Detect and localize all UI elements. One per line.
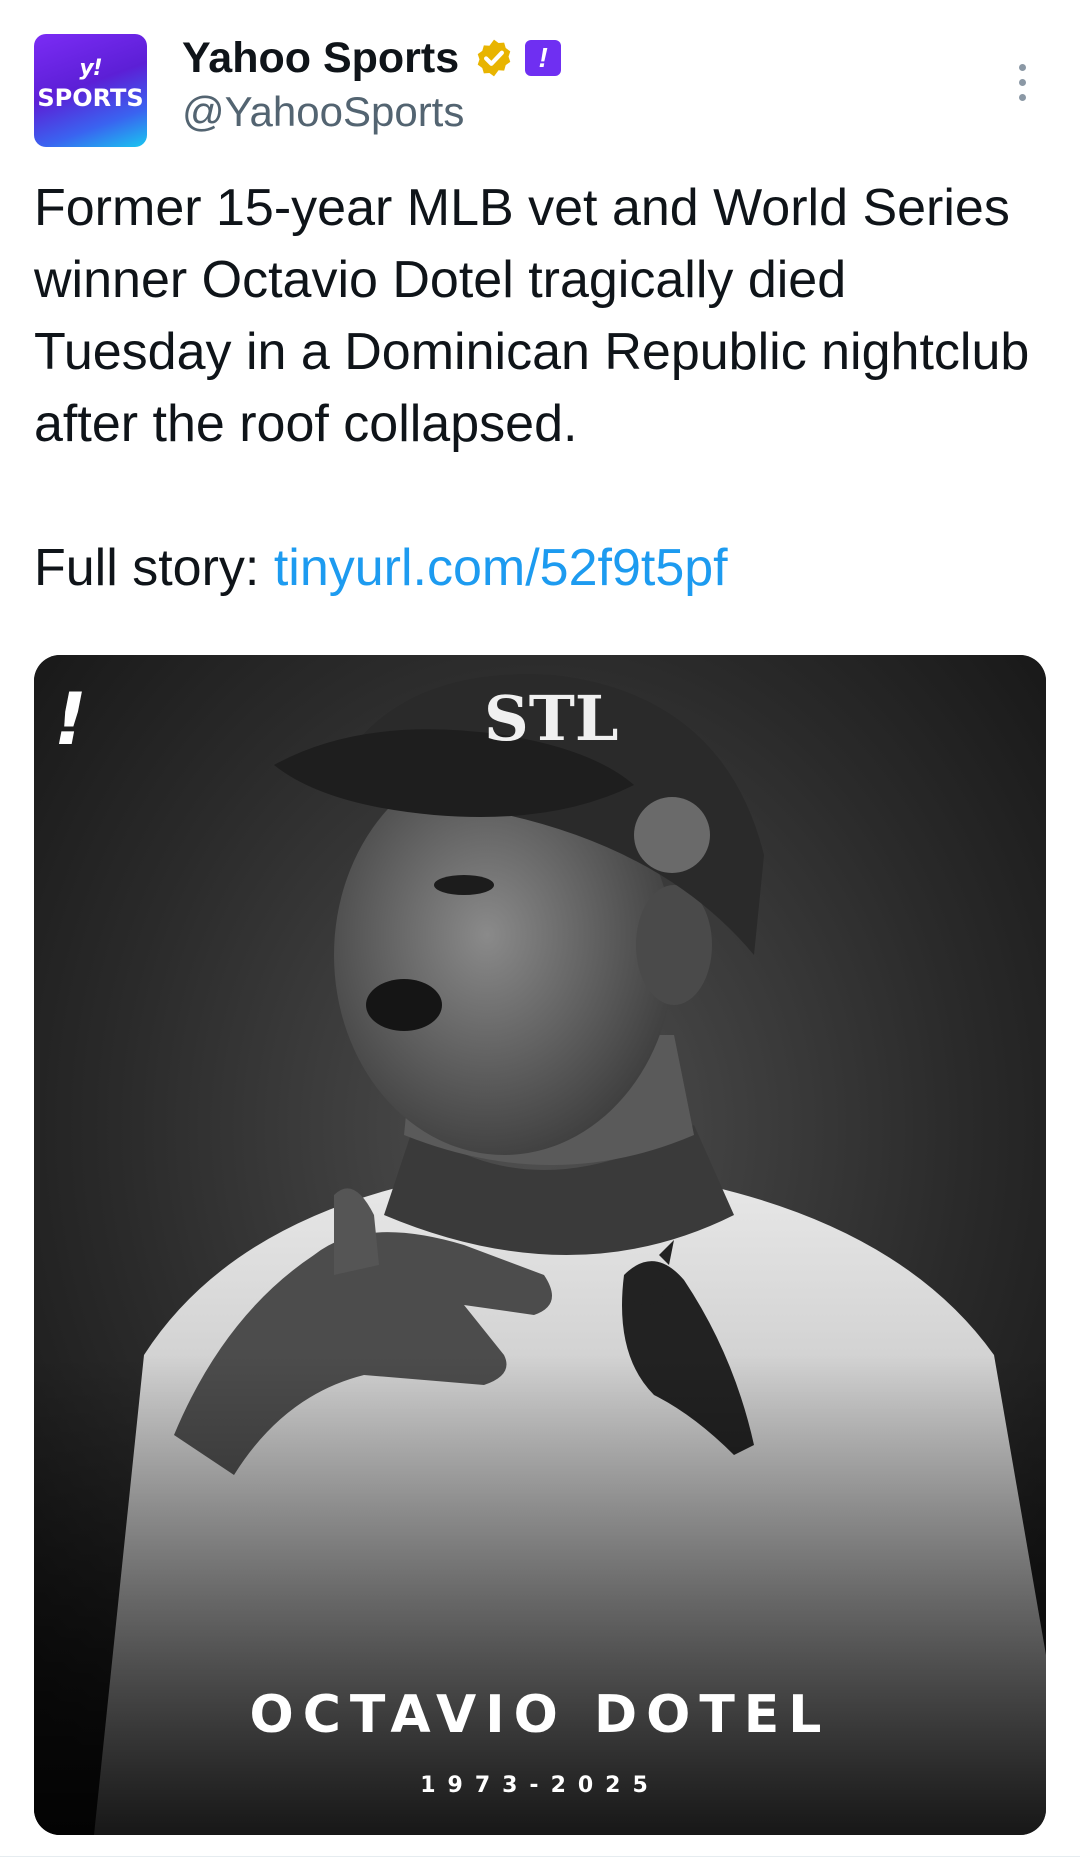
player-name-caption: OCTAVIO DOTEL xyxy=(249,1685,831,1745)
player-years-caption: 1973-2025 xyxy=(420,1773,660,1798)
player-photo: STL xyxy=(34,655,1046,1835)
more-options-icon[interactable] xyxy=(1010,60,1036,106)
yahoo-bang-icon: ! xyxy=(54,677,87,761)
affiliate-badge-icon[interactable]: ! xyxy=(525,40,562,76)
full-story-line: Full story: tinyurl.com/52f9t5pf xyxy=(34,532,728,604)
author-name-row: Yahoo Sports ! xyxy=(182,30,562,86)
cap-logo: STL xyxy=(484,682,619,755)
tweet-card[interactable]: y! SPORTS Yahoo Sports ! @YahooSports Fo… xyxy=(0,0,1080,1864)
avatar-logo-text: SPORTS xyxy=(37,84,144,112)
author-handle[interactable]: @YahooSports xyxy=(182,88,464,136)
tweet-media-image[interactable]: STL ! OCTAVIO DOTEL 1973-2025 xyxy=(34,655,1046,1835)
verified-badge-icon[interactable] xyxy=(473,37,515,79)
story-link[interactable]: tinyurl.com/52f9t5pf xyxy=(274,539,728,597)
divider xyxy=(0,1856,1080,1857)
full-story-label: Full story: xyxy=(34,539,274,597)
author-avatar[interactable]: y! SPORTS xyxy=(34,34,147,147)
tweet-body-text: Former 15-year MLB vet and World Series … xyxy=(34,179,1030,453)
avatar-logo-mark: y! xyxy=(79,56,102,81)
author-display-name[interactable]: Yahoo Sports xyxy=(182,34,459,83)
